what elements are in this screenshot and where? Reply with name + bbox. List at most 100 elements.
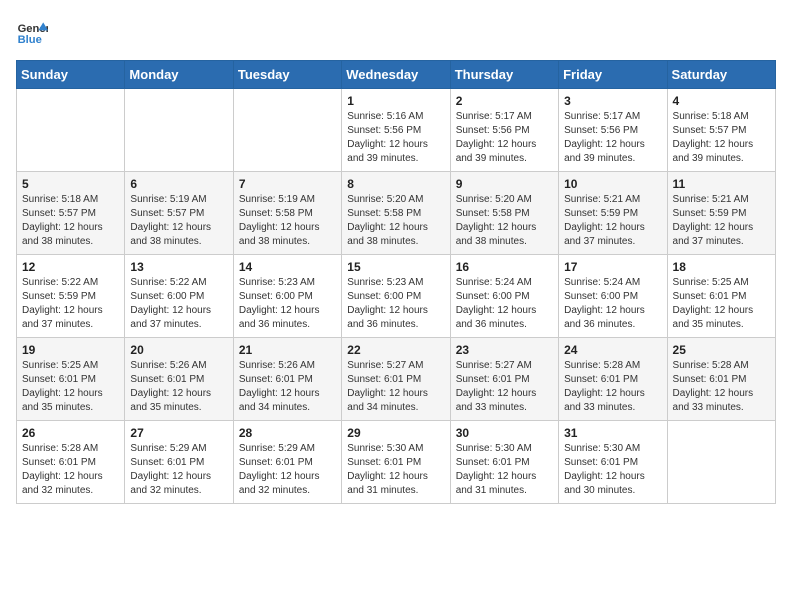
day-number: 17: [564, 260, 661, 274]
calendar-table: SundayMondayTuesdayWednesdayThursdayFrid…: [16, 60, 776, 504]
week-row-4: 19 Sunrise: 5:25 AM Sunset: 6:01 PM Dayli…: [17, 338, 776, 421]
week-row-2: 5Sunrise: 5:18 AM Sunset: 5:57 PM Daylig…: [17, 172, 776, 255]
calendar-cell: 18Sunrise: 5:25 AM Sunset: 6:01 PM Dayli…: [667, 255, 775, 338]
day-info: Sunrise: 5:29 AM Sunset: 6:01 PM Dayligh…: [130, 442, 227, 498]
day-info: Sunrise: 5:18 AM Sunset: 5:57 PM Dayligh…: [673, 110, 770, 166]
day-info: Sunrise: 5:28 AM Sunset: 6:01 PM Dayligh…: [673, 359, 770, 415]
weekday-header-monday: Monday: [125, 61, 233, 89]
day-number: 26: [22, 426, 119, 440]
day-number: 8: [347, 177, 444, 191]
day-info: Sunrise: 5:18 AM Sunset: 5:57 PM Dayligh…: [22, 193, 119, 249]
calendar-cell: 1 Sunrise: 5:16 AM Sunset: 5:56 PM Daylig…: [342, 89, 450, 172]
logo: General Blue: [16, 16, 52, 48]
day-number: 28: [239, 426, 336, 440]
calendar-cell: 3 Sunrise: 5:17 AM Sunset: 5:56 PM Daylig…: [559, 89, 667, 172]
calendar-cell: 9 Sunrise: 5:20 AM Sunset: 5:58 PM Daylig…: [450, 172, 558, 255]
calendar-cell: 13Sunrise: 5:22 AM Sunset: 6:00 PM Dayli…: [125, 255, 233, 338]
day-info: Sunrise: 5:17 AM Sunset: 5:56 PM Dayligh…: [564, 110, 661, 166]
day-number: 12: [22, 260, 119, 274]
calendar-cell: 22 Sunrise: 5:27 AM Sunset: 6:01 PM Dayli…: [342, 338, 450, 421]
calendar-cell: [667, 421, 775, 504]
day-info: Sunrise: 5:21 AM Sunset: 5:59 PM Dayligh…: [564, 193, 661, 249]
weekday-header-sunday: Sunday: [17, 61, 125, 89]
week-row-3: 12 Sunrise: 5:22 AM Sunset: 5:59 PM Dayli…: [17, 255, 776, 338]
day-number: 6: [130, 177, 227, 191]
calendar-cell: 6 Sunrise: 5:19 AM Sunset: 5:57 PM Daylig…: [125, 172, 233, 255]
day-info: Sunrise: 5:25 AM Sunset: 6:01 PM Dayligh…: [673, 276, 770, 332]
day-number: 11: [673, 177, 770, 191]
day-info: Sunrise: 5:28 AM Sunset: 6:01 PM Dayligh…: [22, 442, 119, 498]
day-info: Sunrise: 5:26 AM Sunset: 6:01 PM Dayligh…: [130, 359, 227, 415]
day-number: 1: [347, 94, 444, 108]
day-number: 23: [456, 343, 553, 357]
calendar-cell: 2 Sunrise: 5:17 AM Sunset: 5:56 PM Daylig…: [450, 89, 558, 172]
day-info: Sunrise: 5:21 AM Sunset: 5:59 PM Dayligh…: [673, 193, 770, 249]
calendar-cell: 12 Sunrise: 5:22 AM Sunset: 5:59 PM Dayli…: [17, 255, 125, 338]
day-info: Sunrise: 5:30 AM Sunset: 6:01 PM Dayligh…: [347, 442, 444, 498]
day-info: Sunrise: 5:23 AM Sunset: 6:00 PM Dayligh…: [239, 276, 336, 332]
day-info: Sunrise: 5:27 AM Sunset: 6:01 PM Dayligh…: [456, 359, 553, 415]
day-number: 16: [456, 260, 553, 274]
calendar-cell: 27 Sunrise: 5:29 AM Sunset: 6:01 PM Dayli…: [125, 421, 233, 504]
day-info: Sunrise: 5:24 AM Sunset: 6:00 PM Dayligh…: [456, 276, 553, 332]
calendar-cell: 26 Sunrise: 5:28 AM Sunset: 6:01 PM Dayli…: [17, 421, 125, 504]
calendar-cell: 16 Sunrise: 5:24 AM Sunset: 6:00 PM Dayli…: [450, 255, 558, 338]
calendar-cell: 11 Sunrise: 5:21 AM Sunset: 5:59 PM Dayli…: [667, 172, 775, 255]
calendar-cell: 28 Sunrise: 5:29 AM Sunset: 6:01 PM Dayli…: [233, 421, 341, 504]
day-number: 19: [22, 343, 119, 357]
day-info: Sunrise: 5:19 AM Sunset: 5:58 PM Dayligh…: [239, 193, 336, 249]
day-number: 24: [564, 343, 661, 357]
day-info: Sunrise: 5:19 AM Sunset: 5:57 PM Dayligh…: [130, 193, 227, 249]
day-number: 30: [456, 426, 553, 440]
calendar-cell: 8 Sunrise: 5:20 AM Sunset: 5:58 PM Daylig…: [342, 172, 450, 255]
day-info: Sunrise: 5:16 AM Sunset: 5:56 PM Dayligh…: [347, 110, 444, 166]
calendar-cell: 4 Sunrise: 5:18 AM Sunset: 5:57 PM Daylig…: [667, 89, 775, 172]
day-info: Sunrise: 5:28 AM Sunset: 6:01 PM Dayligh…: [564, 359, 661, 415]
day-number: 20: [130, 343, 227, 357]
calendar-cell: 29 Sunrise: 5:30 AM Sunset: 6:01 PM Dayli…: [342, 421, 450, 504]
calendar-cell: 31Sunrise: 5:30 AM Sunset: 6:01 PM Dayli…: [559, 421, 667, 504]
day-number: 15: [347, 260, 444, 274]
day-info: Sunrise: 5:22 AM Sunset: 6:00 PM Dayligh…: [130, 276, 227, 332]
day-number: 22: [347, 343, 444, 357]
days-header-row: SundayMondayTuesdayWednesdayThursdayFrid…: [17, 61, 776, 89]
day-number: 21: [239, 343, 336, 357]
day-info: Sunrise: 5:30 AM Sunset: 6:01 PM Dayligh…: [456, 442, 553, 498]
day-number: 14: [239, 260, 336, 274]
day-number: 27: [130, 426, 227, 440]
day-number: 4: [673, 94, 770, 108]
day-number: 3: [564, 94, 661, 108]
day-info: Sunrise: 5:20 AM Sunset: 5:58 PM Dayligh…: [456, 193, 553, 249]
day-number: 25: [673, 343, 770, 357]
calendar-cell: 23 Sunrise: 5:27 AM Sunset: 6:01 PM Dayli…: [450, 338, 558, 421]
day-info: Sunrise: 5:25 AM Sunset: 6:01 PM Dayligh…: [22, 359, 119, 415]
calendar-cell: [17, 89, 125, 172]
day-info: Sunrise: 5:20 AM Sunset: 5:58 PM Dayligh…: [347, 193, 444, 249]
calendar-cell: [125, 89, 233, 172]
day-info: Sunrise: 5:29 AM Sunset: 6:01 PM Dayligh…: [239, 442, 336, 498]
day-number: 7: [239, 177, 336, 191]
day-info: Sunrise: 5:26 AM Sunset: 6:01 PM Dayligh…: [239, 359, 336, 415]
weekday-header-tuesday: Tuesday: [233, 61, 341, 89]
day-info: Sunrise: 5:23 AM Sunset: 6:00 PM Dayligh…: [347, 276, 444, 332]
day-info: Sunrise: 5:27 AM Sunset: 6:01 PM Dayligh…: [347, 359, 444, 415]
day-info: Sunrise: 5:17 AM Sunset: 5:56 PM Dayligh…: [456, 110, 553, 166]
day-number: 29: [347, 426, 444, 440]
weekday-header-saturday: Saturday: [667, 61, 775, 89]
day-number: 9: [456, 177, 553, 191]
svg-text:Blue: Blue: [18, 34, 42, 46]
calendar-cell: 17Sunrise: 5:24 AM Sunset: 6:00 PM Dayli…: [559, 255, 667, 338]
calendar-cell: 19 Sunrise: 5:25 AM Sunset: 6:01 PM Dayli…: [17, 338, 125, 421]
week-row-5: 26 Sunrise: 5:28 AM Sunset: 6:01 PM Dayli…: [17, 421, 776, 504]
weekday-header-wednesday: Wednesday: [342, 61, 450, 89]
day-info: Sunrise: 5:30 AM Sunset: 6:01 PM Dayligh…: [564, 442, 661, 498]
calendar-cell: 25 Sunrise: 5:28 AM Sunset: 6:01 PM Dayli…: [667, 338, 775, 421]
calendar-cell: 14 Sunrise: 5:23 AM Sunset: 6:00 PM Dayli…: [233, 255, 341, 338]
calendar-cell: 20 Sunrise: 5:26 AM Sunset: 6:01 PM Dayli…: [125, 338, 233, 421]
day-number: 2: [456, 94, 553, 108]
page-header: General Blue: [16, 16, 776, 48]
calendar-cell: 5Sunrise: 5:18 AM Sunset: 5:57 PM Daylig…: [17, 172, 125, 255]
calendar-cell: 7 Sunrise: 5:19 AM Sunset: 5:58 PM Daylig…: [233, 172, 341, 255]
calendar-cell: 30 Sunrise: 5:30 AM Sunset: 6:01 PM Dayli…: [450, 421, 558, 504]
day-info: Sunrise: 5:22 AM Sunset: 5:59 PM Dayligh…: [22, 276, 119, 332]
